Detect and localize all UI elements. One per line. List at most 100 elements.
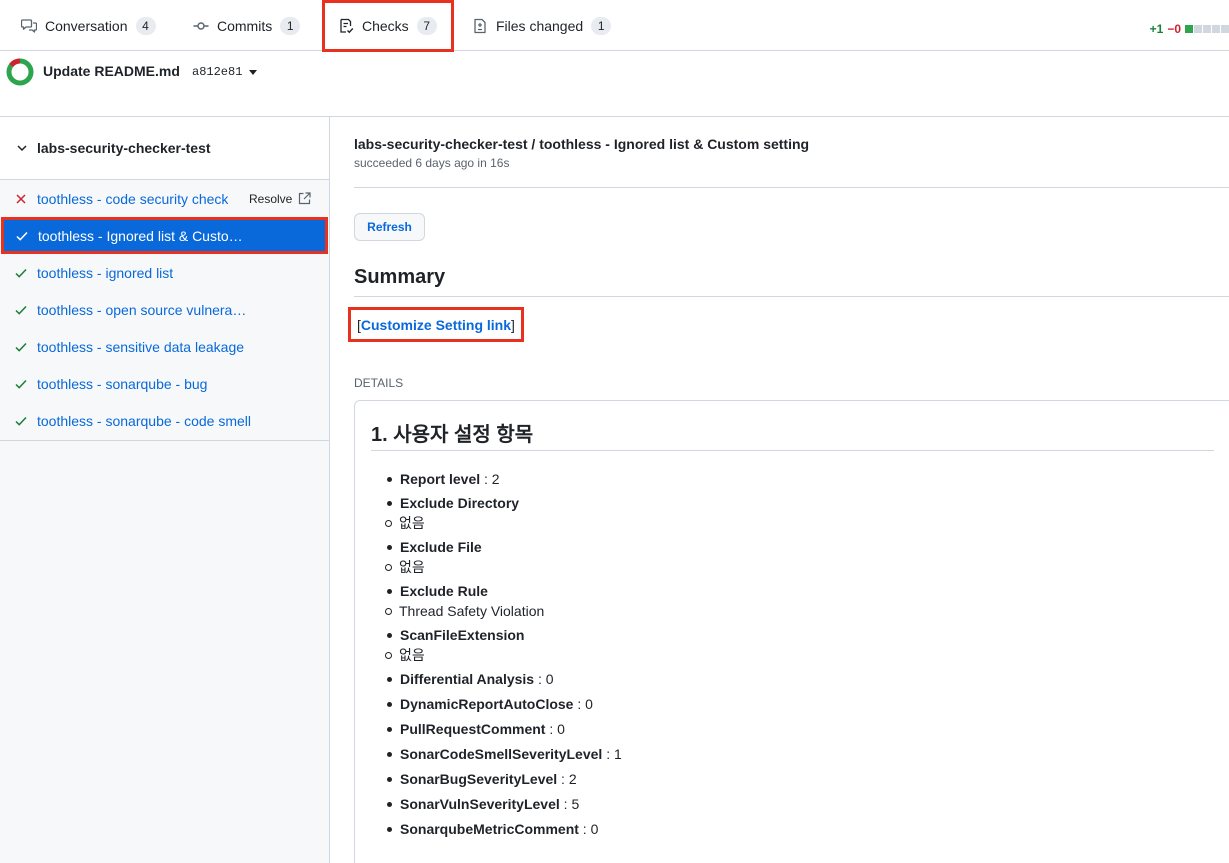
list-item: Report level : 2 [371,469,1211,489]
list-item: SonarBugSeverityLevel : 2 [371,769,1211,789]
check-run-item[interactable]: toothless - sonarqube - code smell [0,402,329,439]
check-suite-name: labs-security-checker-test [37,140,211,156]
setting-key: Report level [400,471,481,487]
customize-setting-link-wrapper: [Customize Setting link] [348,307,524,342]
sub-list-item: 없음 [371,557,1211,577]
check-status-ring-icon[interactable] [6,58,34,86]
tab-label: Checks [362,18,409,34]
setting-key: PullRequestComment [400,721,546,737]
setting-value: : 5 [559,796,580,812]
checks-sidebar: labs-security-checker-test toothless - c… [0,117,330,863]
setting-key: ScanFileExtension [400,627,525,643]
list-item: Differential Analysis : 0 [371,669,1211,689]
list-item: Exclude Directory [371,493,1211,513]
resolve-link[interactable]: Resolve [249,192,311,206]
chevron-down-icon [249,69,258,75]
setting-value: : 0 [545,721,565,737]
diffstat-block [1221,25,1229,33]
commit-sha: a812e81 [192,65,243,79]
list-item: PullRequestComment : 0 [371,719,1211,739]
sub-list-item: 없음 [371,645,1211,665]
tab-checks[interactable]: Checks 7 [322,0,454,52]
sub-list-item: Thread Safety Violation [371,601,1211,621]
list-item: SonarVulnSeverityLevel : 5 [371,794,1211,814]
tab-label: Files changed [496,17,584,34]
check-icon [15,379,27,389]
comment-discussion-icon [21,18,37,34]
list-item: SonarCodeSmellSeverityLevel : 1 [371,744,1211,764]
divider [371,450,1214,451]
resolve-label: Resolve [249,191,293,206]
check-icon [15,416,27,426]
setting-key: Exclude File [400,539,482,555]
check-run-item[interactable]: toothless - sensitive data leakage [0,328,329,365]
check-run-name: toothless - code security check [37,190,229,207]
check-run-name: toothless - sonarqube - code smell [37,412,251,429]
link-external-icon [299,192,311,205]
refresh-button[interactable]: Refresh [354,213,425,241]
setting-value: : 2 [557,771,577,787]
commit-title: Update README.md [43,63,180,79]
check-run-name: toothless - Ignored list & Custom settin… [38,227,253,244]
check-run-item[interactable]: toothless - code security check Resolve [0,180,329,217]
setting-value: : 2 [480,471,500,487]
setting-value: : 1 [602,746,622,762]
setting-key: SonarBugSeverityLevel [400,771,558,787]
check-run-name: toothless - sonarqube - bug [37,375,208,392]
sub-list-item: 없음 [371,513,1211,533]
customize-setting-link[interactable]: Customize Setting link [361,317,511,333]
check-run-item[interactable]: toothless - sonarqube - bug [0,365,329,402]
details-label: DETAILS [354,376,404,390]
check-run-item[interactable]: toothless - ignored list [0,254,329,291]
tab-label: Commits [217,17,273,34]
diffstat-additions: +1 [1149,22,1164,36]
check-run-list: toothless - code security check Resolve … [0,180,329,441]
setting-value: : 0 [578,821,599,837]
setting-key: SonarqubeMetricComment [400,821,579,837]
diffstat-block [1212,25,1220,33]
check-run-name: toothless - ignored list [37,264,174,281]
list-item: Exclude File [371,537,1211,557]
divider [354,187,1229,188]
tab-counter: 4 [135,16,156,35]
check-icon [15,268,27,278]
tab-conversation[interactable]: Conversation 4 [21,0,156,51]
tab-commits[interactable]: Commits 1 [193,0,301,51]
setting-value: : 0 [573,696,593,712]
list-item: DynamicReportAutoClose : 0 [371,694,1211,714]
list-item: SonarqubeMetricComment : 0 [371,819,1211,839]
details-box: 1. 사용자 설정 항목 Report level : 2 Exclude Di… [354,400,1229,863]
setting-subvalue: Thread Safety Violation [399,603,545,619]
tab-files-changed[interactable]: Files changed 1 [472,0,612,51]
chevron-down-icon [17,145,27,152]
check-run-status-text: succeeded 6 days ago in 16s [354,156,510,170]
check-run-name: toothless - sensitive data leakage [37,338,245,355]
checklist-icon [338,18,354,34]
check-run-name: toothless - open source vulnerability [37,301,252,318]
setting-key: Exclude Directory [400,495,520,511]
setting-key: Exclude Rule [400,583,488,599]
x-icon [16,193,26,204]
setting-subvalue: 없음 [399,515,425,531]
check-run-title: labs-security-checker-test / toothless -… [354,136,810,152]
setting-subvalue: 없음 [399,559,425,575]
check-run-item[interactable]: toothless - open source vulnerability [0,291,329,328]
tab-counter: 1 [591,16,612,35]
git-commit-icon [193,18,209,34]
setting-value: : 0 [534,671,554,687]
diffstat-block [1203,25,1211,33]
commit-sha-dropdown[interactable]: a812e81 [192,65,258,79]
setting-key: DynamicReportAutoClose [400,696,574,712]
list-item: Exclude Rule [371,581,1211,601]
check-run-detail: labs-security-checker-test / toothless -… [348,117,1229,863]
list-item: ScanFileExtension [371,625,1211,645]
diffstat: +1 −0 [1150,22,1229,36]
details-heading: 1. 사용자 설정 항목 [371,424,534,446]
diffstat-block [1185,25,1193,33]
check-run-item-selected[interactable]: toothless - Ignored list & Custom settin… [1,217,328,254]
check-suite-header[interactable]: labs-security-checker-test [0,117,329,180]
bracket-close: ] [511,316,515,333]
summary-heading: Summary [354,266,446,288]
check-icon [15,342,27,352]
diffstat-block [1194,25,1202,33]
